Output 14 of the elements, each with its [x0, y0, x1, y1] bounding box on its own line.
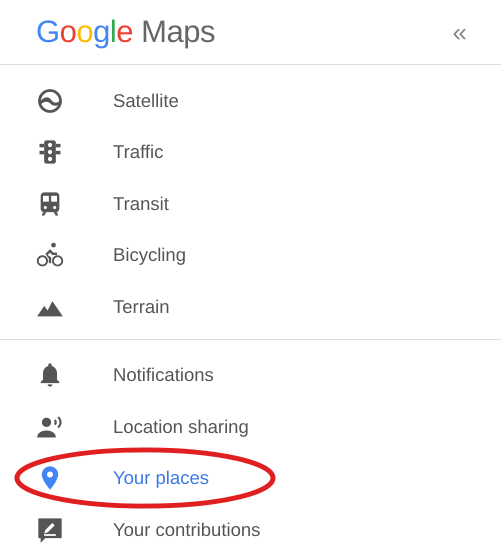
menu-item[interactable]: Terrain — [113, 296, 170, 318]
pencil-icon — [36, 516, 64, 544]
logo-text: Google Maps — [36, 14, 215, 50]
menu-item[interactable]: Transit — [113, 192, 169, 215]
menu-item[interactable]: Notifications — [113, 364, 214, 386]
menu-item[interactable]: Your contributions — [113, 518, 260, 541]
menu-item[interactable]: Location sharing — [113, 416, 249, 438]
globe-icon — [36, 86, 64, 115]
menu-item[interactable]: Bicycling — [113, 244, 186, 266]
collapse-button[interactable]: « — [448, 16, 471, 48]
menu-item[interactable]: Traffic — [113, 141, 164, 164]
menu-item[interactable]: Your places — [113, 467, 209, 490]
cyclist-icon — [36, 241, 64, 270]
menu-item[interactable]: Satellite — [113, 90, 179, 112]
